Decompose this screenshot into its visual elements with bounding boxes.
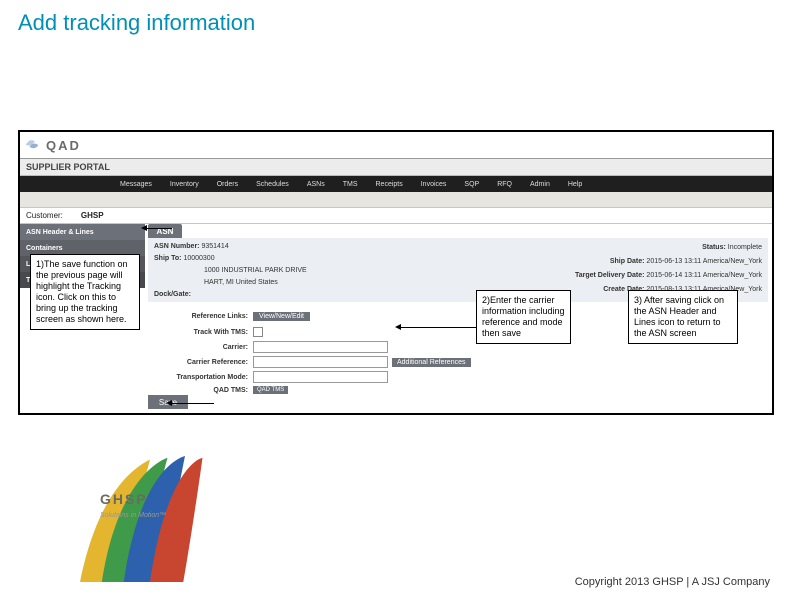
menu-receipts[interactable]: Receipts <box>376 181 403 188</box>
menu-rfq[interactable]: RFQ <box>497 181 512 188</box>
carrier-input[interactable] <box>253 341 388 353</box>
qad-header: QAD <box>20 132 772 159</box>
ghsp-logo-text: GHSP <box>100 491 148 507</box>
menu-admin[interactable]: Admin <box>530 181 550 188</box>
menu-orders[interactable]: Orders <box>217 181 238 188</box>
additional-references-button[interactable]: Additional References <box>392 358 471 367</box>
breadcrumb-bar <box>20 192 772 208</box>
arrow-to-carrier <box>401 327 476 328</box>
reference-links-label: Reference Links: <box>148 313 253 320</box>
menu-tms[interactable]: TMS <box>343 181 358 188</box>
customer-label: Customer: <box>26 211 63 220</box>
carrier-reference-label: Carrier Reference: <box>148 359 253 366</box>
copyright: Copyright 2013 GHSP | A JSJ Company <box>575 576 770 588</box>
qad-wordmark: QAD <box>46 138 81 153</box>
menu-invoices[interactable]: Invoices <box>421 181 447 188</box>
qad-tms-label: QAD TMS: <box>148 387 253 394</box>
callout-1: 1)The save function on the previous page… <box>30 254 140 330</box>
arrow-to-save <box>172 403 214 404</box>
track-with-tms-label: Track With TMS: <box>148 329 253 336</box>
main-menu: Messages Inventory Orders Schedules ASNs… <box>20 176 772 192</box>
callout-2: 2)Enter the carrier information includin… <box>476 290 571 344</box>
menu-messages[interactable]: Messages <box>120 181 152 188</box>
slide-title: Add tracking information <box>18 10 255 36</box>
qad-tms-button[interactable]: QAD TMS <box>253 386 288 394</box>
menu-help[interactable]: Help <box>568 181 582 188</box>
qad-wake-icon <box>24 136 42 154</box>
carrier-reference-input[interactable] <box>253 356 388 368</box>
track-with-tms-checkbox[interactable] <box>253 327 263 337</box>
menu-asns[interactable]: ASNs <box>307 181 325 188</box>
callout-3: 3) After saving click on the ASN Header … <box>628 290 738 344</box>
view-new-edit-button[interactable]: View/New/Edit <box>253 312 310 321</box>
menu-inventory[interactable]: Inventory <box>170 181 199 188</box>
sidenav-asn-header[interactable]: ASN Header & Lines <box>20 224 145 240</box>
ghsp-tagline: Solutions in Motion™ <box>100 512 166 519</box>
asn-left-block: ASN Number: 9351414 Ship To: 10000300 10… <box>154 241 307 301</box>
customer-value: GHSP <box>81 211 104 220</box>
asn-tab[interactable]: ASN <box>148 224 182 238</box>
asn-right-block: Status: Incomplete Ship Date: 2015-06-13… <box>575 241 762 297</box>
transportation-mode-input[interactable] <box>253 371 388 383</box>
menu-sqp[interactable]: SQP <box>464 181 479 188</box>
supplier-portal-label: SUPPLIER PORTAL <box>20 159 772 176</box>
customer-row: Customer: GHSP <box>20 208 772 224</box>
carrier-label: Carrier: <box>148 344 253 351</box>
menu-schedules[interactable]: Schedules <box>256 181 289 188</box>
transportation-mode-label: Transportation Mode: <box>148 374 253 381</box>
arrow-to-asn-header <box>147 228 172 229</box>
